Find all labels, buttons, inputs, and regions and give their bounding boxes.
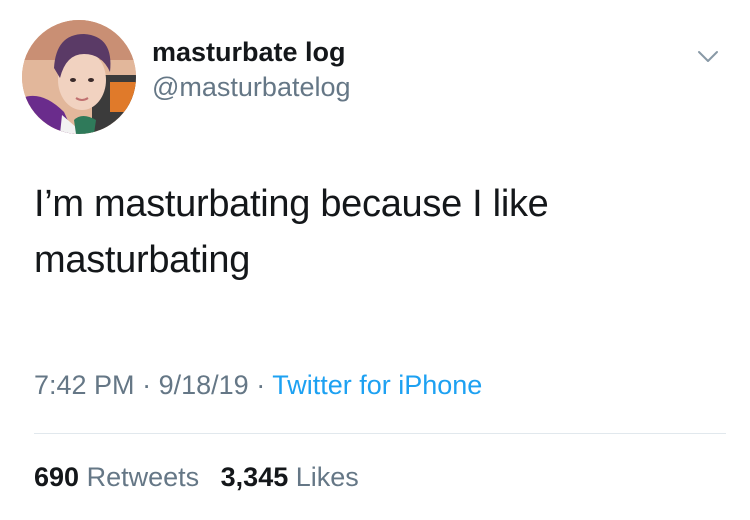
- likes-count: 3,345: [220, 462, 289, 492]
- tweet-time[interactable]: 7:42 PM: [34, 370, 135, 400]
- chevron-down-icon: [698, 51, 718, 62]
- tweet-source-link[interactable]: Twitter for iPhone: [272, 370, 482, 400]
- user-block: masturbate log @masturbatelog: [152, 36, 351, 104]
- retweets-count: 690: [34, 462, 80, 492]
- tweet-metadata: 7:42 PM · 9/18/19 · Twitter for iPhone: [34, 368, 482, 402]
- user-handle[interactable]: @masturbatelog: [152, 70, 351, 104]
- likes-stat[interactable]: 3,345 Likes: [221, 460, 359, 494]
- display-name[interactable]: masturbate log: [152, 36, 351, 68]
- profile-photo-icon: [22, 20, 136, 134]
- divider: [34, 433, 726, 434]
- likes-label: Likes: [295, 462, 359, 492]
- tweet-date[interactable]: 9/18/19: [159, 370, 249, 400]
- meta-separator: ·: [142, 370, 152, 400]
- tweet-card: masturbate log @masturbatelog I’m mastur…: [0, 0, 750, 520]
- retweets-label: Retweets: [86, 462, 200, 492]
- avatar[interactable]: [22, 20, 136, 134]
- tweet-menu-button[interactable]: [697, 50, 719, 64]
- tweet-stats: 690 Retweets 3,345 Likes: [34, 460, 359, 494]
- tweet-text: I’m masturbating because I like masturba…: [34, 183, 549, 281]
- retweets-stat[interactable]: 690 Retweets: [34, 460, 199, 494]
- meta-separator: ·: [256, 370, 266, 400]
